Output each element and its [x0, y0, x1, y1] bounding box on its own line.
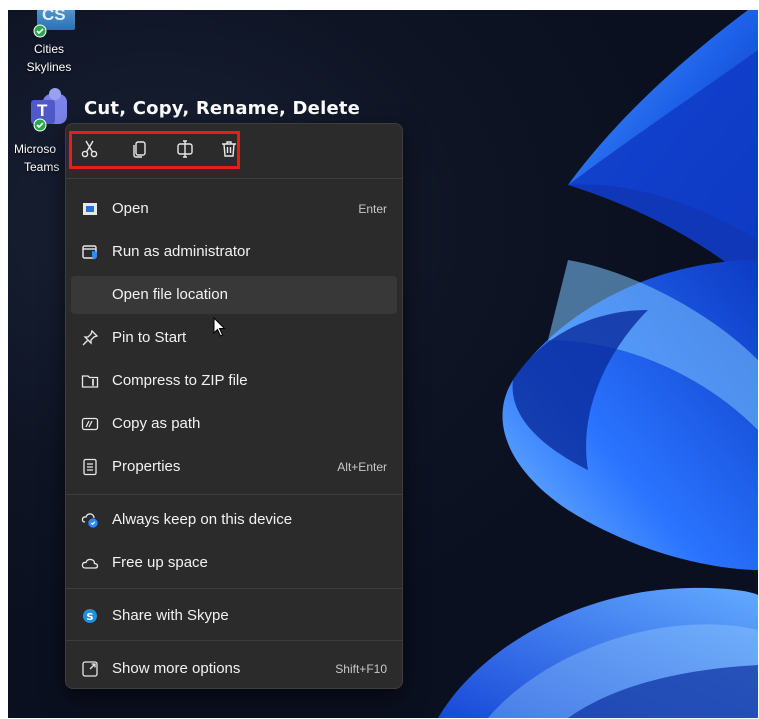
menu-item-label: Properties: [112, 458, 181, 475]
menu-item-label: Open file location: [112, 286, 228, 303]
skype-icon: S: [83, 609, 97, 623]
menu-item-open[interactable]: Open Enter: [71, 190, 397, 228]
teams-logo: T: [11, 88, 67, 140]
shortcut-check-icon: [33, 24, 47, 38]
desktop-label-line1: Microso: [14, 142, 57, 156]
menu-item-free-up-space[interactable]: Free up space: [71, 544, 397, 582]
path-icon: [81, 417, 99, 431]
zip-icon: [81, 375, 99, 388]
menu-item-show-more-options[interactable]: Show more options Shift+F10: [71, 650, 397, 688]
menu-item-open-file-location[interactable]: Open file location: [71, 276, 397, 314]
svg-text:S: S: [86, 612, 93, 623]
desktop: CS Cities Skylines T Microso Teams Cut, …: [8, 10, 758, 718]
menu-item-label: Copy as path: [112, 415, 201, 432]
properties-icon: [83, 458, 97, 476]
desktop-label-line1: Cities: [33, 42, 64, 56]
menu-item-compress-zip[interactable]: Compress to ZIP file: [71, 362, 397, 400]
menu-item-run-as-admin[interactable]: Run as administrator: [71, 233, 397, 271]
shortcut-label: Enter: [358, 202, 387, 216]
menu-item-properties[interactable]: Properties Alt+Enter: [71, 448, 397, 486]
desktop-label-line2: Teams: [24, 160, 60, 174]
desktop-label-line2: Skylines: [26, 60, 72, 74]
quick-actions-bar: [66, 124, 402, 174]
menu-item-share-skype[interactable]: S Share with Skype: [71, 597, 397, 635]
menu-item-always-keep[interactable]: Always keep on this device: [71, 501, 397, 539]
open-icon: [83, 203, 97, 215]
more-options-icon: [82, 661, 98, 677]
pin-icon: [82, 329, 99, 346]
cities-skylines-logo: CS: [25, 10, 75, 40]
menu-item-label: Compress to ZIP file: [112, 372, 248, 389]
desktop-icon-cities-skylines[interactable]: CS Cities Skylines: [14, 10, 84, 76]
mouse-cursor-icon: [213, 317, 226, 337]
highlight-box: [69, 131, 240, 169]
annotation-caption: Cut, Copy, Rename, Delete: [84, 98, 361, 119]
menu-item-pin-to-start[interactable]: Pin to Start: [71, 319, 397, 357]
shortcut-label: Shift+F10: [335, 662, 387, 676]
shortcut-check-icon: [33, 118, 47, 132]
desktop-icon-teams[interactable]: T Microso Teams: [8, 88, 70, 176]
context-menu: Open Enter Run as administrator Open fil…: [65, 123, 403, 689]
separator: [66, 640, 402, 641]
separator: [66, 494, 402, 495]
shortcut-label: Alt+Enter: [337, 460, 387, 474]
menu-item-label: Open: [112, 200, 149, 217]
separator: [66, 588, 402, 589]
separator: [66, 178, 402, 179]
shield-window-icon: [82, 245, 97, 260]
menu-item-copy-as-path[interactable]: Copy as path: [71, 405, 397, 443]
menu-item-label: Share with Skype: [112, 607, 229, 624]
cloud-icon: [81, 558, 99, 569]
menu-item-label: Free up space: [112, 554, 208, 571]
cloud-sync-icon: [81, 513, 98, 528]
menu-item-label: Pin to Start: [112, 329, 187, 346]
cities-logo-text: CS: [42, 10, 66, 24]
menu-item-label: Run as administrator: [112, 243, 251, 260]
menu-item-label: Always keep on this device: [112, 511, 293, 528]
menu-item-label: Show more options: [112, 660, 241, 677]
